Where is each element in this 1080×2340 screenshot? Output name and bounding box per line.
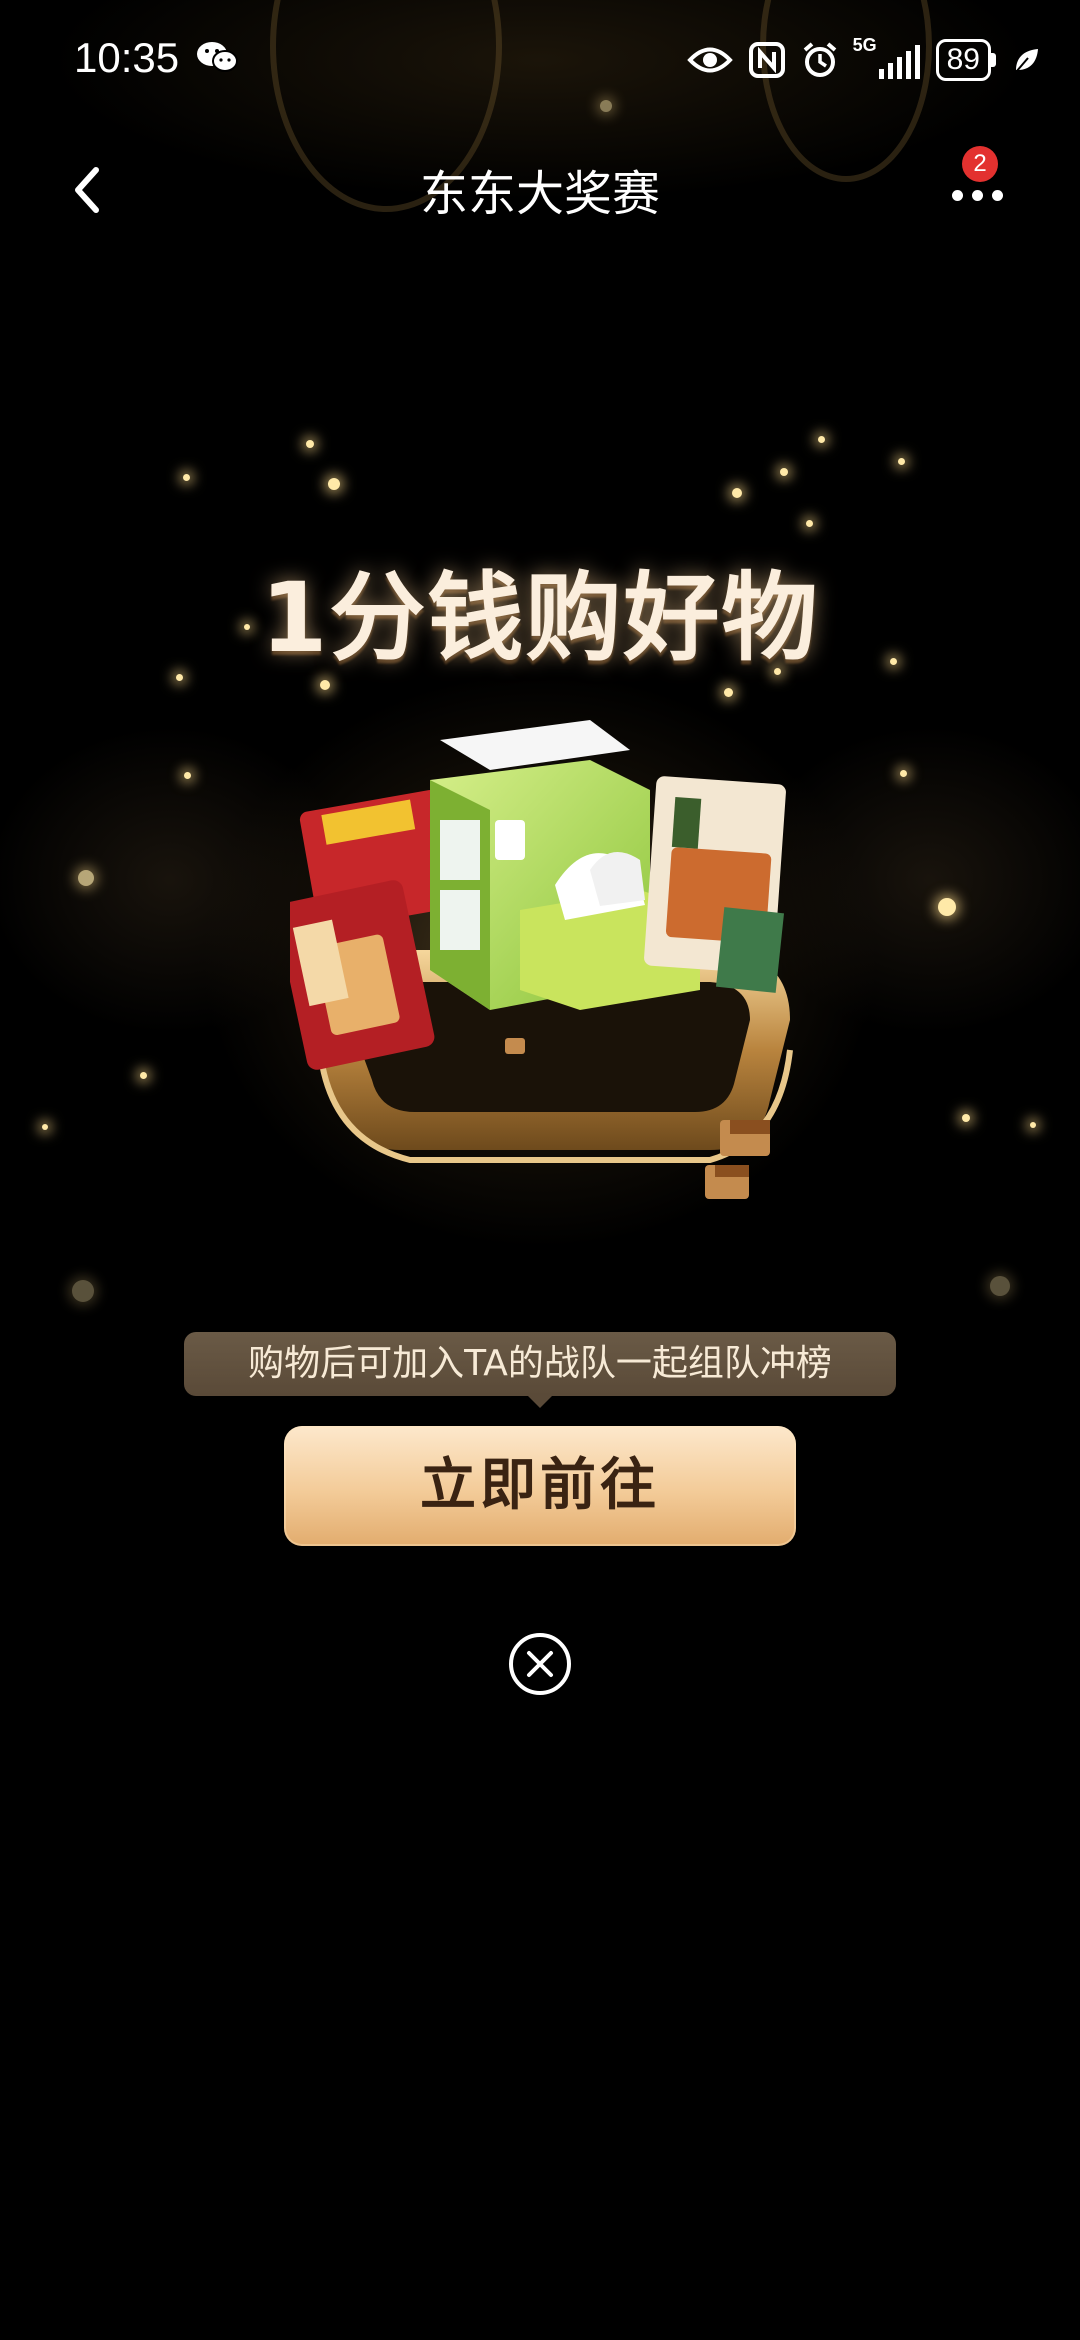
promo-headline: 1分钱购好物 [260, 562, 820, 674]
network-type: 5G [852, 35, 877, 55]
status-time: 10:35 [74, 34, 180, 81]
tooltip-arrow [526, 1394, 554, 1408]
nav-bar: 东东大奖赛 2 [0, 140, 1080, 240]
eye-icon [686, 47, 733, 73]
wechat-icon [197, 42, 238, 72]
alarm-icon [803, 42, 836, 77]
battery-level: 89 [935, 39, 991, 81]
close-button[interactable] [508, 1632, 572, 1696]
signal-icon: 5G [853, 35, 920, 79]
nfc-icon [748, 42, 785, 78]
go-now-button[interactable]: 立即前往 [284, 1426, 796, 1546]
notification-badge: 2 [962, 146, 998, 182]
leaf-icon [1015, 49, 1038, 73]
status-icons: 5G 89 [686, 35, 1040, 84]
page-title: 东东大奖赛 [419, 166, 660, 222]
product-bundle-image [290, 720, 793, 1199]
more-button[interactable]: 2 [950, 146, 1040, 230]
close-circle-icon [509, 1633, 571, 1695]
team-hint-tooltip: 购物后可加入TA的战队一起组队冲榜 [184, 1332, 896, 1396]
status-bar: 10:35 5G 89 [0, 0, 1080, 120]
battery-icon: 89 [935, 39, 996, 81]
